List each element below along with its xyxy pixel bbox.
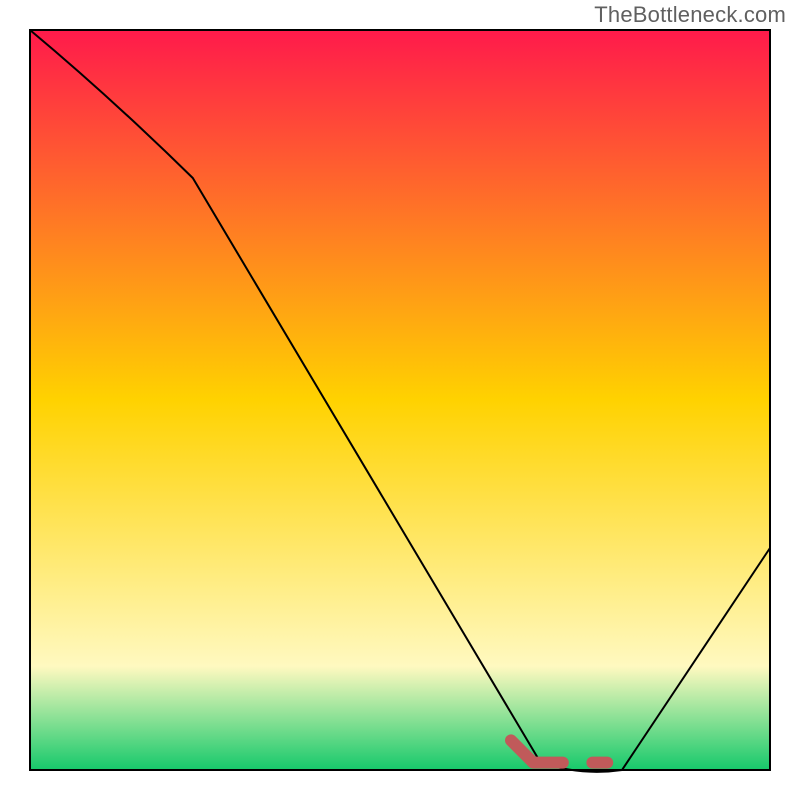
plot-background	[30, 30, 770, 770]
bottleneck-chart	[0, 0, 800, 800]
chart-frame: TheBottleneck.com	[0, 0, 800, 800]
